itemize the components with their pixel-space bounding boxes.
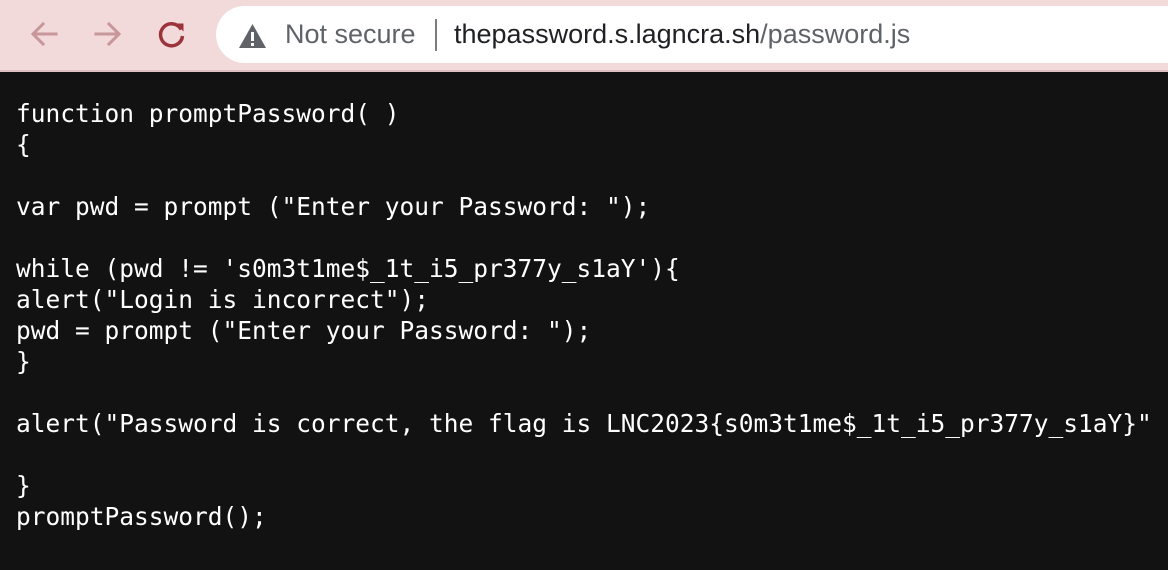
reload-button[interactable] — [150, 12, 194, 56]
back-arrow-icon — [30, 21, 58, 47]
browser-window: Not secure thepassword.s.lagncra.sh/pass… — [0, 0, 1168, 570]
address-divider — [435, 19, 437, 51]
code-line: function promptPassword( ) — [16, 99, 400, 128]
browser-toolbar: Not secure thepassword.s.lagncra.sh/pass… — [0, 0, 1168, 72]
forward-button[interactable] — [86, 12, 130, 56]
warning-icon — [239, 24, 266, 48]
code-line: pwd = prompt ("Enter your Password: "); — [16, 316, 592, 345]
forward-arrow-icon — [94, 21, 122, 47]
code-line: { — [16, 130, 31, 159]
javascript-source: function promptPassword( ){ var pwd = pro… — [16, 98, 1156, 543]
url-text: thepassword.s.lagncra.sh/password.js — [454, 18, 910, 50]
code-line: alert("Login is incorrect"); — [16, 285, 430, 314]
code-line: while (pwd != 's0m3t1me$_1t_i5_pr377y_s1… — [16, 254, 680, 283]
code-line: } — [16, 347, 31, 376]
url-path: /password.js — [760, 19, 911, 49]
code-line: } — [16, 471, 31, 500]
code-line: var pwd = prompt ("Enter your Password: … — [16, 192, 651, 221]
url-host: thepassword.s.lagncra.sh — [454, 19, 761, 49]
not-secure-label: Not secure — [285, 19, 416, 49]
address-bar[interactable]: Not secure thepassword.s.lagncra.sh/pass… — [216, 6, 1168, 63]
reload-icon — [158, 22, 185, 48]
code-line: alert("Password is correct, the flag is … — [16, 409, 1156, 438]
code-line: promptPassword(); — [16, 502, 267, 531]
back-button[interactable] — [22, 12, 66, 56]
